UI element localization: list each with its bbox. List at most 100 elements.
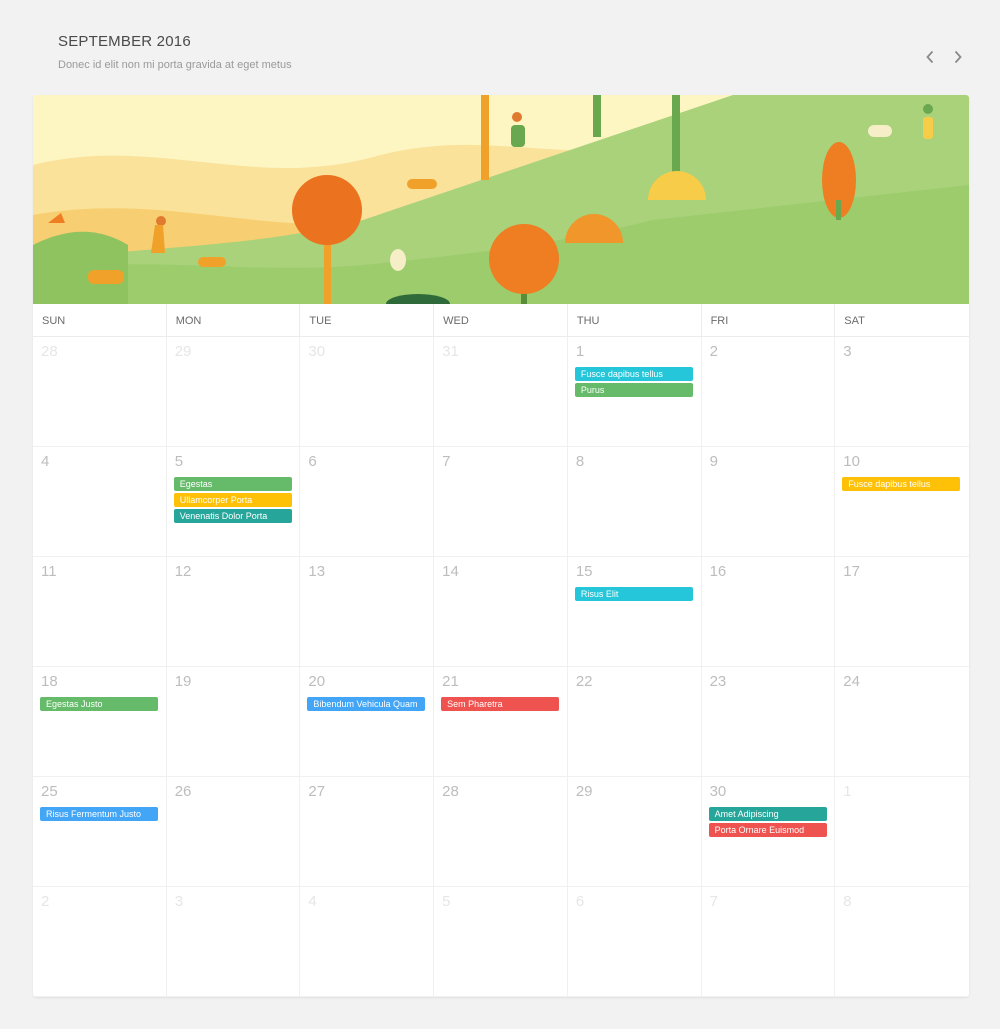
prev-month-button[interactable] (920, 46, 940, 68)
day-number: 26 (174, 783, 192, 800)
day-number: 5 (174, 453, 184, 470)
day-number: 16 (709, 563, 727, 580)
day-number: 17 (843, 563, 860, 580)
day-number: 4 (41, 453, 50, 470)
day-cell[interactable]: 5 Egestas Ullamcorper Porta Venenatis Dolor… (166, 447, 301, 557)
day-number: 30 (709, 783, 727, 800)
day-number: 14 (442, 563, 459, 580)
day-cell[interactable]: 1 (835, 777, 969, 887)
day-cell[interactable]: 29 (567, 777, 702, 887)
day-number: 4 (308, 893, 317, 910)
event-chip[interactable]: Egestas (173, 477, 292, 491)
day-cell[interactable]: 25 Risus Fermentum Justo (33, 777, 167, 887)
day-cell[interactable]: 1 Fusce dapibus tellus Purus (567, 337, 702, 447)
day-cell[interactable]: 30 Amet Adipiscing Porta Ornare Euismod (701, 777, 836, 887)
day-cell[interactable]: 8 (567, 447, 702, 557)
autumn-banner-illustration (33, 95, 969, 304)
day-cell[interactable]: 27 (300, 777, 435, 887)
day-cell[interactable]: 26 (166, 777, 301, 887)
calendar-header: SEPTEMBER 2016 Donec id elit non mi port… (58, 33, 292, 71)
day-number: 10 (843, 453, 860, 470)
weekday-header: WED (434, 304, 568, 337)
weekday-header: SUN (33, 304, 167, 337)
chevron-left-icon (926, 50, 934, 64)
day-number: 7 (442, 453, 451, 470)
calendar-grid: SUN MON TUE WED THU FRI SAT 28 29 30 31 1 Fus… (33, 304, 969, 997)
day-number: 27 (308, 783, 326, 800)
weekday-header: TUE (300, 304, 435, 337)
day-number: 2 (709, 343, 718, 360)
day-cell[interactable]: 6 (300, 447, 435, 557)
day-cell[interactable]: 7 (701, 887, 836, 997)
day-number: 19 (174, 673, 192, 690)
event-chip[interactable]: Sem Pharetra (441, 697, 560, 711)
day-cell[interactable]: 6 (567, 887, 702, 997)
day-cell[interactable]: 5 (434, 887, 568, 997)
event-chip[interactable]: Egestas Justo (40, 697, 158, 711)
day-number: 3 (843, 343, 852, 360)
day-cell[interactable]: 16 (701, 557, 836, 667)
day-cell[interactable]: 24 (835, 667, 969, 777)
day-cell[interactable]: 14 (434, 557, 568, 667)
day-cell[interactable]: 31 (434, 337, 568, 447)
day-number: 11 (41, 563, 57, 580)
day-cell[interactable]: 12 (166, 557, 301, 667)
day-cell[interactable]: 22 (567, 667, 702, 777)
event-chip[interactable]: Amet Adipiscing (708, 807, 827, 821)
day-cell[interactable]: 11 (33, 557, 167, 667)
day-events: Fusce dapibus tellus Purus (574, 367, 694, 397)
event-chip[interactable]: Purus (574, 383, 693, 397)
day-cell[interactable]: 18 Egestas Justo (33, 667, 167, 777)
weekday-header: MON (166, 304, 301, 337)
day-cell[interactable]: 8 (835, 887, 969, 997)
calendar-card: SUN MON TUE WED THU FRI SAT 28 29 30 31 1 Fus… (33, 95, 969, 997)
day-number: 13 (308, 563, 326, 580)
day-number: 31 (442, 343, 459, 360)
event-chip[interactable]: Risus Fermentum Justo (40, 807, 158, 821)
day-cell[interactable]: 30 (300, 337, 435, 447)
event-chip[interactable]: Porta Ornare Euismod (708, 823, 827, 837)
day-cell[interactable]: 4 (33, 447, 167, 557)
event-chip[interactable]: Fusce dapibus tellus (842, 477, 961, 491)
day-cell[interactable]: 19 (166, 667, 301, 777)
day-cell[interactable]: 17 (835, 557, 969, 667)
day-events: Risus Elit (574, 587, 694, 601)
day-cell[interactable]: 3 (835, 337, 969, 447)
event-chip[interactable]: Fusce dapibus tellus (574, 367, 693, 381)
event-chip[interactable]: Bibendum Vehicula Quam (307, 697, 426, 711)
day-cell[interactable]: 29 (166, 337, 301, 447)
day-cell[interactable]: 23 (701, 667, 836, 777)
day-number: 6 (308, 453, 317, 470)
weekday-header: FRI (701, 304, 836, 337)
day-number: 24 (843, 673, 860, 690)
day-number: 5 (442, 893, 451, 910)
day-number: 20 (308, 673, 326, 690)
day-number: 9 (709, 453, 718, 470)
day-number: 29 (575, 783, 593, 800)
day-number: 8 (843, 893, 852, 910)
day-cell[interactable]: 4 (300, 887, 435, 997)
day-number: 18 (41, 673, 58, 690)
day-cell[interactable]: 28 (33, 337, 167, 447)
day-events: Egestas Justo (40, 697, 159, 711)
day-cell[interactable]: 9 (701, 447, 836, 557)
day-cell[interactable]: 2 (33, 887, 167, 997)
chevron-right-icon (954, 50, 962, 64)
day-cell[interactable]: 28 (434, 777, 568, 887)
day-number: 15 (575, 563, 593, 580)
event-chip[interactable]: Ullamcorper Porta (173, 493, 292, 507)
day-cell[interactable]: 3 (166, 887, 301, 997)
day-cell[interactable]: 20 Bibendum Vehicula Quam (300, 667, 435, 777)
day-cell[interactable]: 15 Risus Elit (567, 557, 702, 667)
day-cell[interactable]: 21 Sem Pharetra (434, 667, 568, 777)
event-chip[interactable]: Venenatis Dolor Porta (173, 509, 292, 523)
day-cell[interactable]: 10 Fusce dapibus tellus (835, 447, 969, 557)
event-chip[interactable]: Risus Elit (574, 587, 693, 601)
day-cell[interactable]: 7 (434, 447, 568, 557)
day-cell[interactable]: 13 (300, 557, 435, 667)
day-number: 2 (41, 893, 50, 910)
day-cell[interactable]: 2 (701, 337, 836, 447)
day-number: 23 (709, 673, 727, 690)
next-month-button[interactable] (948, 46, 968, 68)
day-number: 7 (709, 893, 718, 910)
